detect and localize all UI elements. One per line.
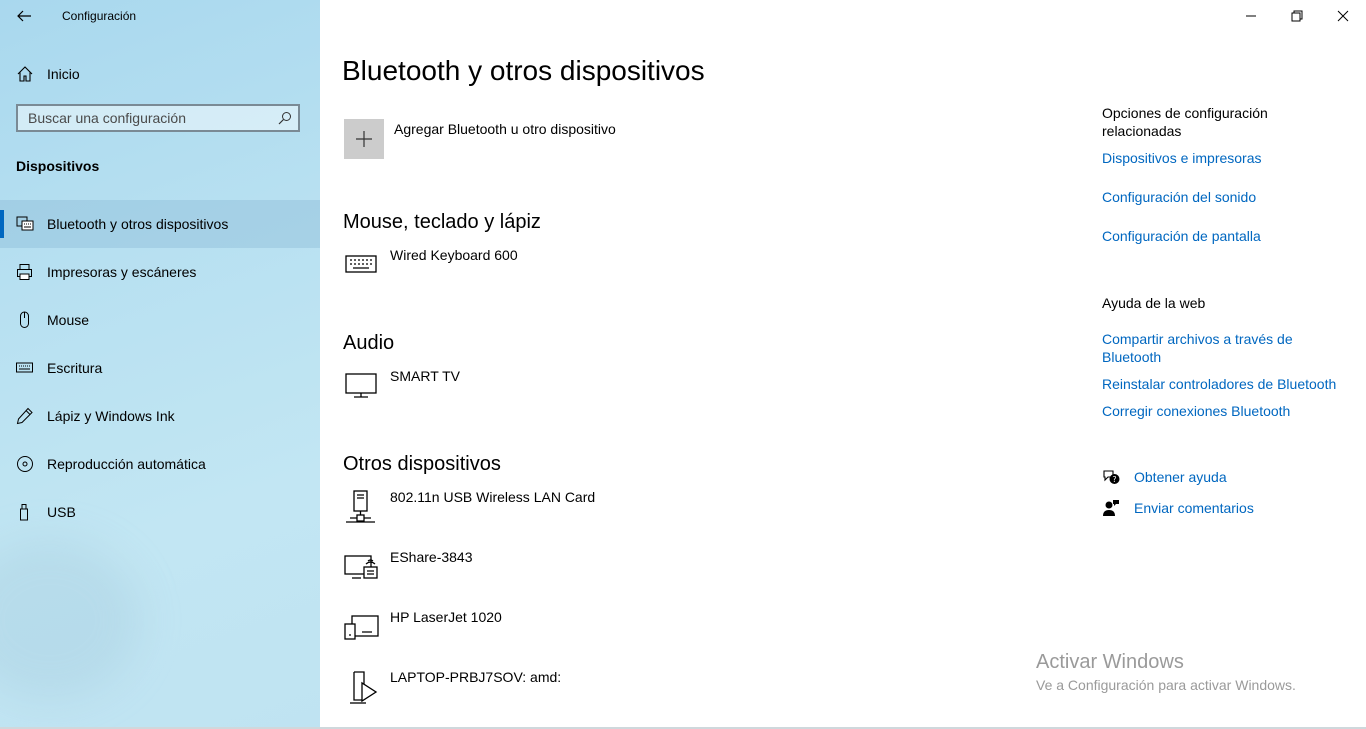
link-fix-connections[interactable]: Corregir conexiones Bluetooth (1102, 402, 1352, 420)
device-name: Wired Keyboard 600 (390, 247, 518, 263)
back-arrow-icon (17, 10, 31, 22)
sidebar-item-label: USB (47, 504, 76, 520)
device-item[interactable]: 802.11n USB Wireless LAN Card (342, 489, 942, 538)
link-display-settings[interactable]: Configuración de pantalla (1102, 227, 1352, 245)
keyboard-icon (16, 362, 33, 373)
sidebar-item-label: Escritura (47, 360, 103, 376)
sidebar: Configuración Inicio Dispositivos Blueto… (0, 0, 320, 729)
device-item[interactable]: LAPTOP-PRBJ7SOV: amd: (342, 669, 942, 718)
app-title: Configuración (62, 9, 137, 23)
keyboard-device-icon (345, 255, 377, 273)
link-devices-printers[interactable]: Dispositivos e impresoras (1102, 149, 1352, 167)
search-box[interactable] (16, 104, 300, 132)
network-adapter-icon (346, 490, 375, 523)
mouse-icon (20, 311, 29, 328)
link-share-files-bluetooth[interactable]: Compartir archivos a través de Bluetooth (1102, 330, 1312, 366)
web-help-heading: Ayuda de la web (1102, 295, 1206, 311)
bluetooth-devices-icon (16, 216, 34, 231)
feedback-label: Enviar comentarios (1134, 500, 1254, 516)
group-title-audio: Audio (343, 332, 395, 354)
sidebar-item-label: Bluetooth y otros dispositivos (47, 216, 229, 232)
device-name: LAPTOP-PRBJ7SOV: amd: (390, 669, 562, 685)
printer-icon (17, 264, 32, 280)
section-title: Dispositivos (16, 158, 100, 174)
sidebar-item-pen[interactable]: Lápiz y Windows Ink (0, 392, 320, 440)
minimize-button[interactable] (1228, 0, 1274, 32)
back-button[interactable] (14, 7, 34, 25)
group-title-input-devices: Mouse, teclado y lápiz (343, 211, 541, 233)
search-input[interactable] (18, 106, 278, 130)
sidebar-item-usb[interactable]: USB (0, 488, 320, 536)
sidebar-item-typing[interactable]: Escritura (0, 344, 320, 392)
device-name: EShare-3843 (390, 549, 473, 565)
add-device-button[interactable] (344, 119, 384, 159)
media-device-icon (350, 671, 378, 704)
activation-watermark-title: Activar Windows (1036, 651, 1184, 673)
device-item[interactable]: EShare-3843 (342, 549, 942, 598)
sidebar-home[interactable]: Inicio (0, 60, 320, 88)
device-item[interactable]: Wired Keyboard 600 (342, 247, 942, 296)
device-item[interactable]: HP LaserJet 1020 (342, 609, 942, 658)
device-item[interactable]: SMART TV (342, 368, 942, 417)
related-settings-heading: Opciones de configuración relacionadas (1102, 105, 1268, 139)
feedback-person-icon (1103, 500, 1119, 516)
feedback-link[interactable]: Enviar comentarios (1102, 499, 1262, 519)
autoplay-icon (17, 456, 33, 472)
group-title-other: Otros dispositivos (343, 453, 501, 475)
printer-device-icon (344, 615, 379, 640)
sidebar-item-bluetooth[interactable]: Bluetooth y otros dispositivos (0, 200, 320, 248)
device-name: SMART TV (390, 368, 461, 384)
close-button[interactable] (1320, 0, 1366, 32)
title-bar: Configuración (0, 0, 320, 32)
device-name: HP LaserJet 1020 (390, 609, 502, 625)
page-title: Bluetooth y otros dispositivos (342, 55, 705, 86)
help-chat-icon: ? (1103, 470, 1120, 484)
get-help-link[interactable]: ? Obtener ayuda (1102, 468, 1262, 488)
sidebar-item-label: Lápiz y Windows Ink (47, 408, 175, 424)
wireless-display-icon (344, 555, 378, 579)
activation-watermark-subtitle: Ve a Configuración para activar Windows. (1036, 677, 1296, 693)
sidebar-item-autoplay[interactable]: Reproducción automática (0, 440, 320, 488)
sidebar-item-label: Reproducción automática (47, 456, 206, 472)
get-help-label: Obtener ayuda (1134, 469, 1227, 485)
restore-button[interactable] (1274, 0, 1320, 32)
home-icon (17, 66, 33, 82)
svg-text:?: ? (1112, 475, 1116, 484)
home-label: Inicio (47, 66, 80, 82)
link-sound-settings[interactable]: Configuración del sonido (1102, 188, 1352, 206)
restore-icon (1291, 10, 1303, 22)
sidebar-item-mouse[interactable]: Mouse (0, 296, 320, 344)
sidebar-item-label: Impresoras y escáneres (47, 264, 197, 280)
device-name: 802.11n USB Wireless LAN Card (390, 489, 596, 505)
minimize-icon (1246, 15, 1256, 17)
add-device-label[interactable]: Agregar Bluetooth u otro dispositivo (394, 121, 616, 137)
link-reinstall-drivers[interactable]: Reinstalar controladores de Bluetooth (1102, 375, 1352, 393)
close-icon (1337, 10, 1349, 22)
plus-icon (356, 131, 372, 147)
sidebar-item-printers[interactable]: Impresoras y escáneres (0, 248, 320, 296)
search-icon[interactable] (278, 111, 292, 125)
pen-icon (16, 407, 33, 425)
usb-icon (20, 504, 28, 521)
sidebar-item-label: Mouse (47, 312, 90, 328)
monitor-device-icon (345, 373, 377, 398)
